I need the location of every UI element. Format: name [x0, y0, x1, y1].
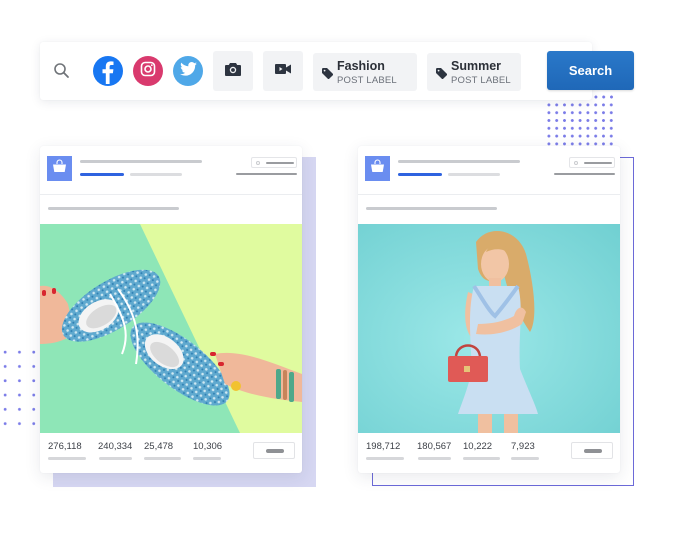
shop-avatar: [47, 156, 72, 181]
post-card: 276,118 240,334 25,478 10,306: [40, 146, 302, 473]
post-card-header: [40, 146, 302, 195]
placeholder-meta-line: [130, 173, 182, 176]
stat-value: 7,923: [511, 441, 535, 452]
placeholder-meta-line: [448, 173, 500, 176]
shop-avatar: [365, 156, 390, 181]
stat-label-placeholder: [193, 457, 221, 460]
camera-icon: [225, 62, 241, 81]
stat-value: 10,222: [463, 441, 493, 452]
stat-label-placeholder: [463, 457, 500, 460]
dot-pattern-top-right-row: [592, 93, 616, 101]
stat-label-placeholder: [511, 457, 539, 460]
shopping-bag-icon: [52, 159, 67, 178]
tag-title: Fashion: [337, 59, 385, 73]
search-filter-bar: Fashion POST LABEL Summer POST LABEL: [40, 42, 592, 100]
photo-filter-button[interactable]: [213, 51, 253, 91]
stat-value: 180,567: [417, 441, 452, 452]
tag-title: Summer: [451, 59, 502, 73]
placeholder-title-line: [398, 160, 520, 163]
stat-label-placeholder: [99, 457, 132, 460]
placeholder-date-line: [554, 173, 615, 175]
search-icon[interactable]: [53, 62, 71, 80]
post-stats-footer: 198,712 180,567 10,222 7,923: [358, 433, 620, 473]
stat-value: 198,712: [366, 441, 401, 452]
stat-label-placeholder: [366, 457, 404, 460]
tag-icon: [322, 66, 334, 80]
post-action-button[interactable]: [253, 442, 295, 459]
tag-subtitle: POST LABEL: [337, 75, 397, 86]
instagram-icon: [140, 61, 156, 82]
stat-value: 276,118: [48, 441, 82, 452]
post-image-dress[interactable]: [358, 224, 620, 433]
post-card: 198,712 180,567 10,222 7,923: [358, 146, 620, 473]
post-stats-footer: 276,118 240,334 25,478 10,306: [40, 433, 302, 473]
tag-chip-summer[interactable]: Summer POST LABEL: [427, 53, 521, 91]
twitter-icon: [179, 61, 197, 81]
video-icon: [275, 62, 291, 80]
stat-value: 25,478: [144, 441, 174, 452]
instagram-filter-button[interactable]: [133, 56, 163, 86]
stat-label-placeholder: [418, 457, 451, 460]
tag-chip-fashion[interactable]: Fashion POST LABEL: [313, 53, 417, 91]
placeholder-title-line: [80, 160, 202, 163]
post-tag-pill[interactable]: [251, 157, 297, 168]
placeholder-accent-line: [80, 173, 124, 176]
placeholder-date-line: [236, 173, 297, 175]
post-tag-pill[interactable]: [569, 157, 615, 168]
video-filter-button[interactable]: [263, 51, 303, 91]
stat-label-placeholder: [144, 457, 181, 460]
dot-pattern-top-right: [545, 101, 613, 149]
search-button[interactable]: Search: [547, 51, 634, 90]
post-action-button[interactable]: [571, 442, 613, 459]
twitter-filter-button[interactable]: [173, 56, 203, 86]
post-card-header: [358, 146, 620, 195]
tag-icon: [436, 66, 448, 80]
post-image-sneakers[interactable]: [40, 224, 302, 433]
tag-subtitle: POST LABEL: [451, 75, 511, 86]
facebook-icon: [93, 54, 123, 89]
shopping-bag-icon: [370, 159, 385, 178]
placeholder-caption-line: [366, 207, 497, 210]
stat-value: 10,306: [193, 441, 223, 452]
stat-label-placeholder: [48, 457, 86, 460]
stat-value: 240,334: [98, 441, 133, 452]
facebook-filter-button[interactable]: [93, 56, 123, 86]
placeholder-caption-line: [48, 207, 179, 210]
placeholder-accent-line: [398, 173, 442, 176]
